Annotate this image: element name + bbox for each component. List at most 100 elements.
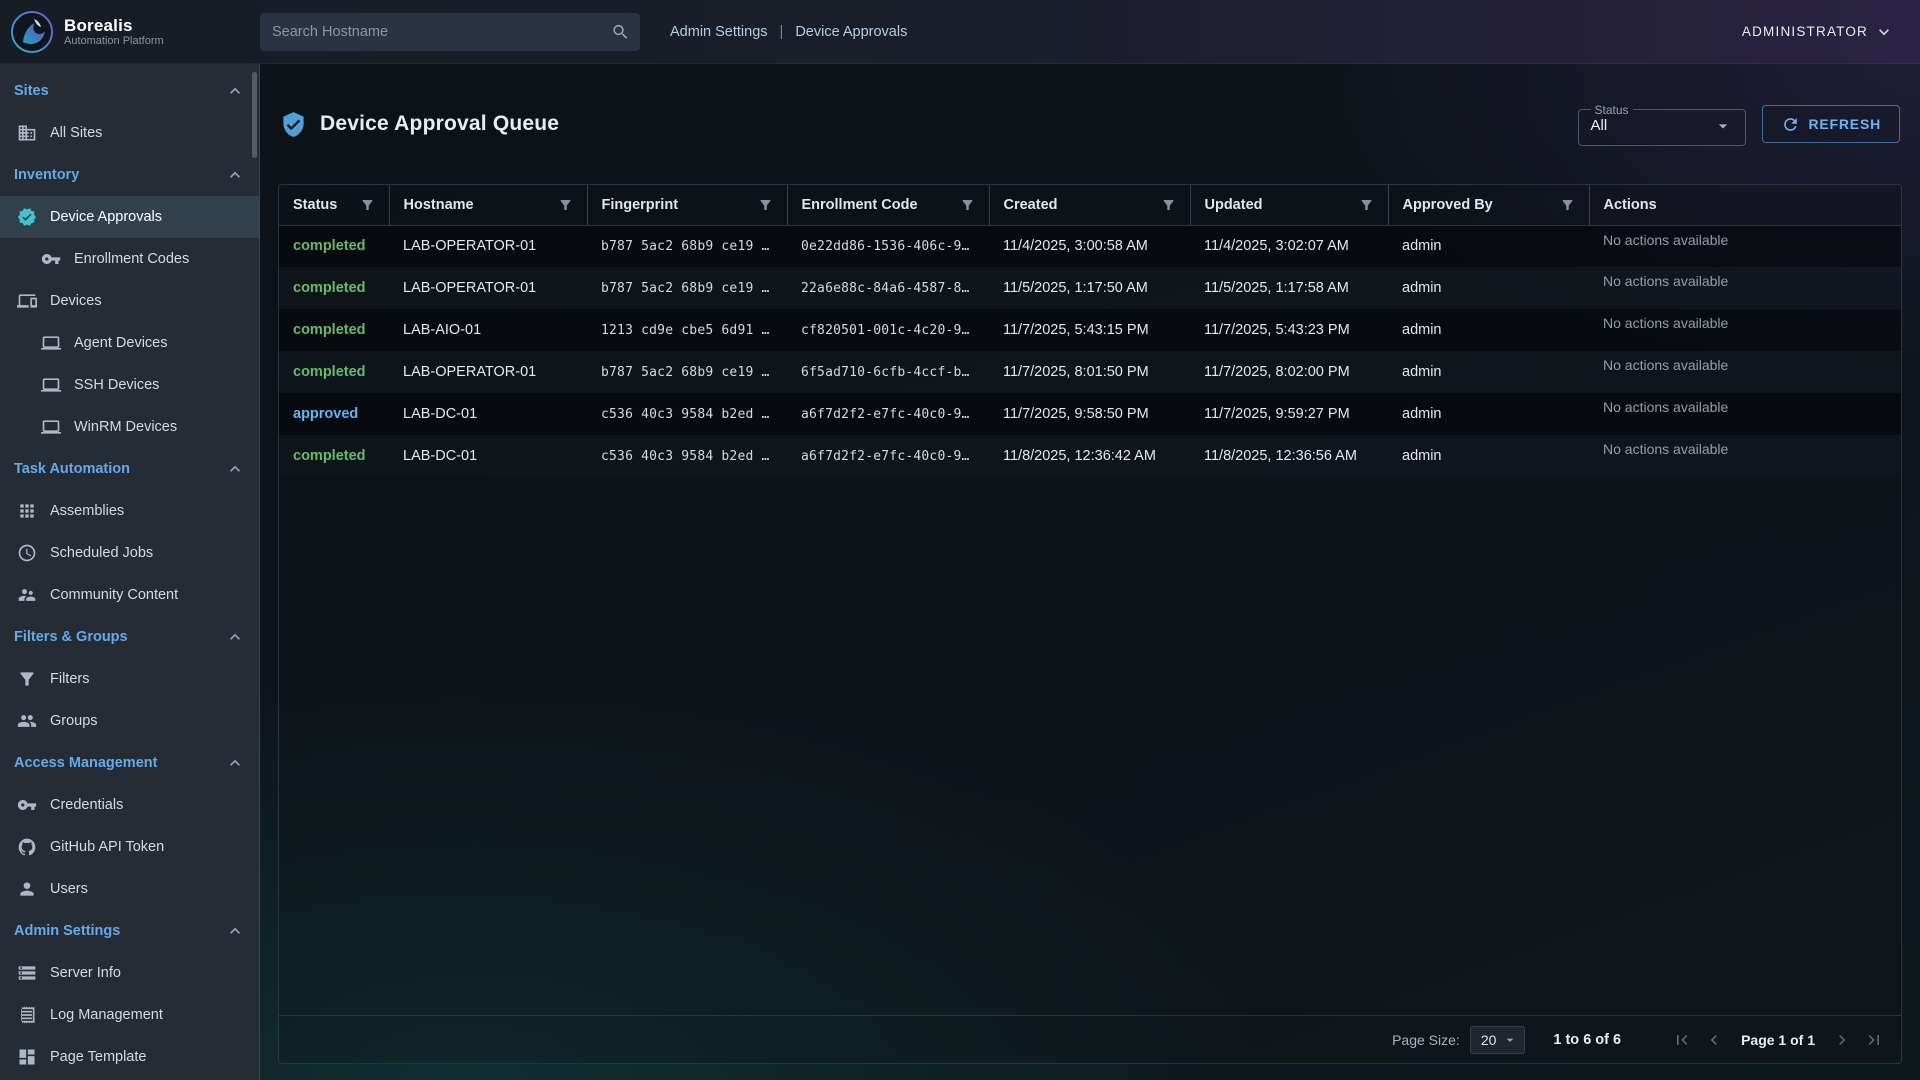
cell-status: completed	[279, 309, 389, 351]
page-indicator: Page 1 of 1	[1741, 1032, 1815, 1048]
column-header-enrollment-code[interactable]: Enrollment Code	[787, 185, 989, 225]
page-title: Device Approval Queue	[320, 112, 559, 136]
column-header-updated[interactable]: Updated	[1190, 185, 1388, 225]
sidebar-item-label: Assemblies	[50, 503, 124, 519]
sites-icon	[17, 123, 37, 143]
sidebar-item-all-sites[interactable]: All Sites	[0, 112, 259, 154]
status-filter-select[interactable]: Status All	[1578, 103, 1746, 146]
sidebar-scrollbar[interactable]	[252, 72, 257, 158]
brand: Borealis Automation Platform	[0, 10, 260, 54]
sidebar-item-users[interactable]: Users	[0, 868, 259, 910]
cell-approved-by: admin	[1388, 225, 1589, 267]
page-size-select[interactable]: 20	[1470, 1026, 1526, 1054]
column-filter-icon[interactable]	[960, 197, 975, 212]
sidebar-item-log-management[interactable]: Log Management	[0, 994, 259, 1036]
column-header-status[interactable]: Status	[279, 185, 389, 225]
topbar: Borealis Automation Platform Admin Setti…	[0, 0, 1920, 64]
sidebar-item-scheduled-jobs[interactable]: Scheduled Jobs	[0, 532, 259, 574]
sidebar-section-admin-settings[interactable]: Admin Settings	[0, 910, 259, 952]
last-page-button[interactable]	[1859, 1025, 1889, 1055]
column-header-actions[interactable]: Actions	[1589, 185, 1901, 225]
cell-actions: No actions available	[1589, 351, 1901, 393]
column-header-approved-by[interactable]: Approved By	[1388, 185, 1589, 225]
sidebar-item-ssh-devices[interactable]: SSH Devices	[0, 364, 259, 406]
search-hostname	[260, 13, 640, 51]
caret-down-icon	[1502, 1032, 1518, 1048]
sidebar-item-github-api-token[interactable]: GitHub API Token	[0, 826, 259, 868]
cell-hostname: LAB-DC-01	[389, 435, 587, 477]
sidebar-item-filters[interactable]: Filters	[0, 658, 259, 700]
first-page-button[interactable]	[1667, 1025, 1697, 1055]
sidebar-section-filters-groups[interactable]: Filters & Groups	[0, 616, 259, 658]
column-header-label: Enrollment Code	[802, 197, 918, 213]
sidebar-item-label: Agent Devices	[74, 335, 168, 351]
column-filter-icon[interactable]	[1359, 197, 1374, 212]
sidebar-item-community-content[interactable]: Community Content	[0, 574, 259, 616]
cell-created: 11/7/2025, 8:01:50 PM	[989, 351, 1190, 393]
sidebar-item-devices[interactable]: Devices	[0, 280, 259, 322]
sidebar-item-enrollment-codes[interactable]: Enrollment Codes	[0, 238, 259, 280]
sidebar-section-label: Filters & Groups	[14, 629, 128, 645]
refresh-button[interactable]: REFRESH	[1762, 105, 1901, 143]
column-header-created[interactable]: Created	[989, 185, 1190, 225]
sidebar-item-label: Scheduled Jobs	[50, 545, 153, 561]
cell-status: completed	[279, 225, 389, 267]
column-filter-icon[interactable]	[1161, 197, 1176, 212]
chevron-up-icon	[225, 921, 245, 941]
sidebar-item-credentials[interactable]: Credentials	[0, 784, 259, 826]
chevron-left-icon	[1704, 1030, 1724, 1050]
row-range: 1 to 6 of 6	[1553, 1032, 1621, 1048]
brand-subtitle: Automation Platform	[64, 35, 164, 47]
sidebar-item-groups[interactable]: Groups	[0, 700, 259, 742]
breadcrumb-separator: |	[780, 24, 784, 40]
cell-approved-by: admin	[1388, 309, 1589, 351]
cell-enrollment-code: 22a6e88c-84a6-4587-8…	[787, 267, 989, 309]
sidebar-item-label: Log Management	[50, 1007, 163, 1023]
previous-page-button[interactable]	[1699, 1025, 1729, 1055]
sidebar-item-device-approvals[interactable]: Device Approvals	[0, 196, 259, 238]
column-filter-icon[interactable]	[1560, 197, 1575, 212]
cell-actions: No actions available	[1589, 435, 1901, 477]
cell-actions: No actions available	[1589, 309, 1901, 351]
sidebar-item-assemblies[interactable]: Assemblies	[0, 490, 259, 532]
refresh-button-label: REFRESH	[1809, 116, 1882, 132]
column-header-label: Actions	[1604, 197, 1657, 213]
column-header-fingerprint[interactable]: Fingerprint	[587, 185, 787, 225]
table-row[interactable]: completedLAB-OPERATOR-01b787 5ac2 68b9 c…	[279, 267, 1901, 309]
first-page-icon	[1672, 1030, 1692, 1050]
sidebar-section-sites[interactable]: Sites	[0, 70, 259, 112]
search-input[interactable]	[260, 13, 640, 51]
sidebar-item-label: Credentials	[50, 797, 123, 813]
cell-hostname: LAB-AIO-01	[389, 309, 587, 351]
search-icon	[611, 22, 630, 41]
table-row[interactable]: completedLAB-AIO-011213 cd9e cbe5 6d91 ……	[279, 309, 1901, 351]
monitor-icon	[41, 333, 61, 353]
cell-status: approved	[279, 393, 389, 435]
breadcrumb-admin-settings[interactable]: Admin Settings	[670, 24, 768, 40]
sidebar-item-page-template[interactable]: Page Template	[0, 1036, 259, 1078]
next-page-button[interactable]	[1827, 1025, 1857, 1055]
refresh-icon	[1781, 115, 1800, 134]
column-filter-icon[interactable]	[758, 197, 773, 212]
table-row[interactable]: completedLAB-DC-01c536 40c3 9584 b2ed …a…	[279, 435, 1901, 477]
column-filter-icon[interactable]	[558, 197, 573, 212]
breadcrumb-device-approvals[interactable]: Device Approvals	[795, 24, 907, 40]
user-menu-button[interactable]: ADMINISTRATOR	[1742, 22, 1894, 42]
sidebar-item-label: All Sites	[50, 125, 102, 141]
sidebar-item-winrm-devices[interactable]: WinRM Devices	[0, 406, 259, 448]
table-row[interactable]: completedLAB-OPERATOR-01b787 5ac2 68b9 c…	[279, 351, 1901, 393]
sidebar-item-label: Groups	[50, 713, 98, 729]
sidebar-item-label: GitHub API Token	[50, 839, 164, 855]
sidebar-item-label: Page Template	[50, 1049, 146, 1065]
cell-hostname: LAB-OPERATOR-01	[389, 351, 587, 393]
sidebar-section-task-automation[interactable]: Task Automation	[0, 448, 259, 490]
table-row[interactable]: approvedLAB-DC-01c536 40c3 9584 b2ed …a6…	[279, 393, 1901, 435]
sidebar-section-access-management[interactable]: Access Management	[0, 742, 259, 784]
sidebar-section-inventory[interactable]: Inventory	[0, 154, 259, 196]
column-header-hostname[interactable]: Hostname	[389, 185, 587, 225]
sidebar-item-agent-devices[interactable]: Agent Devices	[0, 322, 259, 364]
column-header-label: Created	[1004, 197, 1058, 213]
sidebar-item-server-info[interactable]: Server Info	[0, 952, 259, 994]
column-filter-icon[interactable]	[360, 197, 375, 212]
table-row[interactable]: completedLAB-OPERATOR-01b787 5ac2 68b9 c…	[279, 225, 1901, 267]
